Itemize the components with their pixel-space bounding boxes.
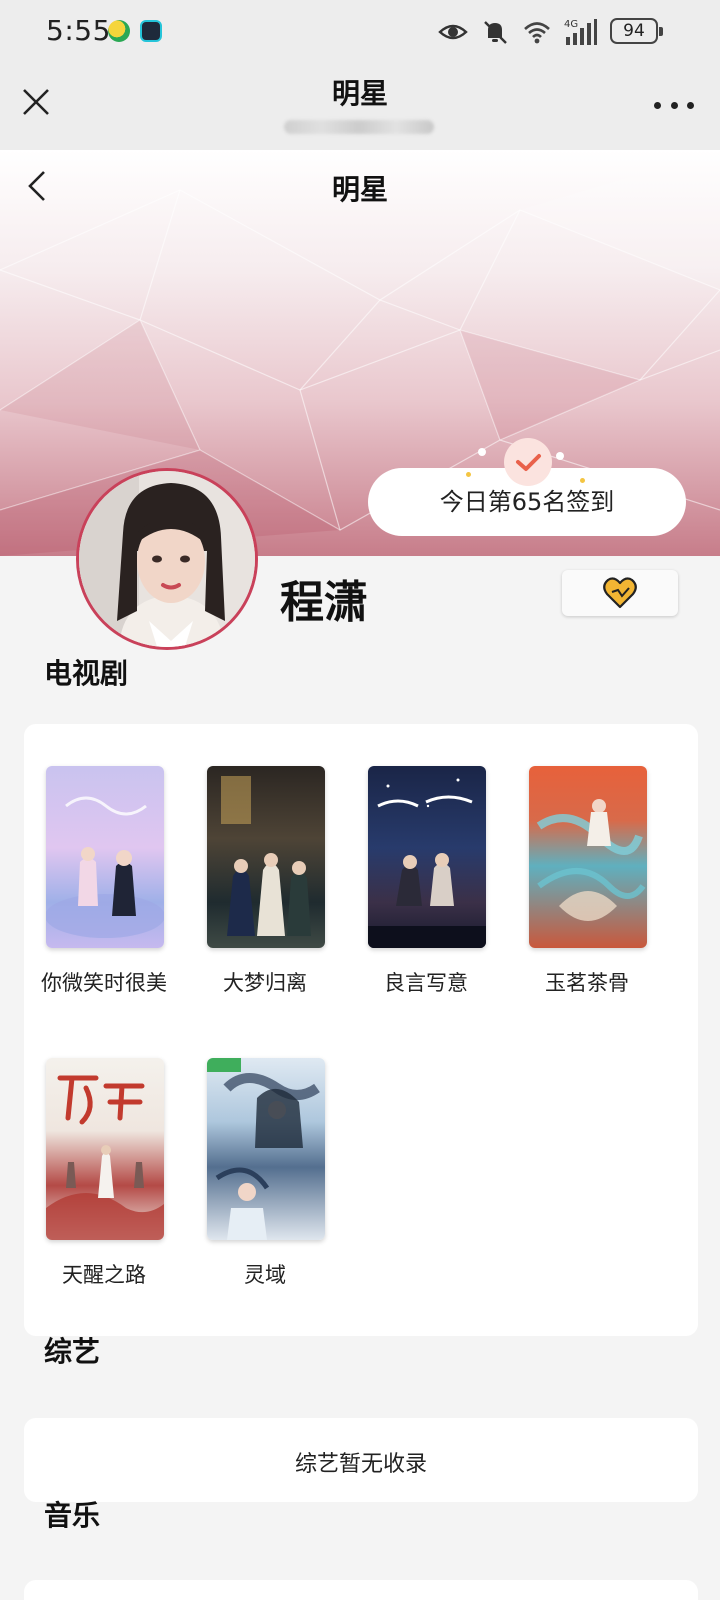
variety-card: 综艺暂无收录 [24, 1418, 698, 1502]
tv-item[interactable]: 大梦归离 [185, 766, 345, 1026]
tv-item-title: 良言写意 [384, 971, 468, 995]
poster-image [46, 766, 164, 948]
poster-image [207, 1058, 325, 1240]
more-icon [654, 101, 661, 109]
tv-item[interactable]: 良言写意 [346, 766, 506, 1026]
poster-art [368, 778, 486, 948]
tv-item-title: 大梦归离 [223, 971, 307, 995]
section-title-variety: 综艺 [44, 1335, 101, 1368]
poster-image [46, 1058, 164, 1240]
status-icons: 4G [438, 16, 598, 48]
poster-image [207, 766, 325, 948]
poster-image [529, 766, 647, 948]
app-bar-subtitle-blurred [284, 120, 434, 134]
banner-title: 明星 [331, 173, 388, 206]
music-card [24, 1580, 698, 1600]
poster-art [221, 776, 311, 936]
tv-item-title: 天醒之路 [62, 1263, 146, 1287]
tv-item-title: 你微笑时很美 [41, 971, 167, 995]
app-notification-icon [140, 20, 162, 42]
tv-item[interactable]: 灵域 [185, 1058, 345, 1318]
tv-item[interactable]: 你微笑时很美 [24, 766, 184, 1026]
follow-button[interactable] [562, 570, 678, 616]
sparkle-icon [580, 478, 585, 483]
checkin-badge [504, 438, 552, 486]
check-icon [516, 454, 541, 471]
bell-muted-icon [484, 21, 507, 44]
battery-indicator: 94 [610, 18, 663, 44]
status-bar: 5:55 4G 94 [0, 0, 720, 64]
sparkle-icon [478, 448, 486, 456]
poster-image [368, 766, 486, 948]
section-title-music: 音乐 [44, 1499, 101, 1532]
svg-text:4G: 4G [564, 19, 578, 30]
heart-icon [603, 577, 637, 609]
tv-item-title: 玉茗茶骨 [545, 971, 629, 995]
sparkle-icon [466, 472, 471, 477]
poster-art [46, 796, 164, 938]
tv-item-title: 灵域 [244, 1263, 286, 1287]
tv-item[interactable]: 玉茗茶骨 [507, 766, 667, 1026]
status-time: 5:55 [46, 14, 111, 47]
section-title-tv: 电视剧 [44, 657, 129, 690]
poster-art [207, 1058, 320, 1240]
poster-art [536, 799, 646, 921]
signal-icon: 4G [564, 19, 597, 45]
app-bar-title: 明星 [331, 77, 388, 110]
avatar[interactable] [76, 468, 258, 650]
avatar-portrait [79, 471, 255, 647]
wifi-icon [524, 22, 550, 44]
tv-item[interactable]: 天醒之路 [24, 1058, 184, 1318]
poster-art [46, 1075, 164, 1240]
variety-empty-text: 综艺暂无收录 [294, 1452, 427, 1477]
eye-icon [438, 24, 468, 40]
sparkle-icon [556, 452, 564, 460]
app-notification-icon [108, 20, 130, 42]
app-bar: 明星 [0, 64, 720, 150]
more-button[interactable] [654, 98, 694, 112]
star-name: 程潇 [280, 577, 368, 628]
tv-card: 你微笑时很美 大梦归离 良言写意 玉茗茶骨 天醒之路 灵域 [24, 724, 698, 1336]
